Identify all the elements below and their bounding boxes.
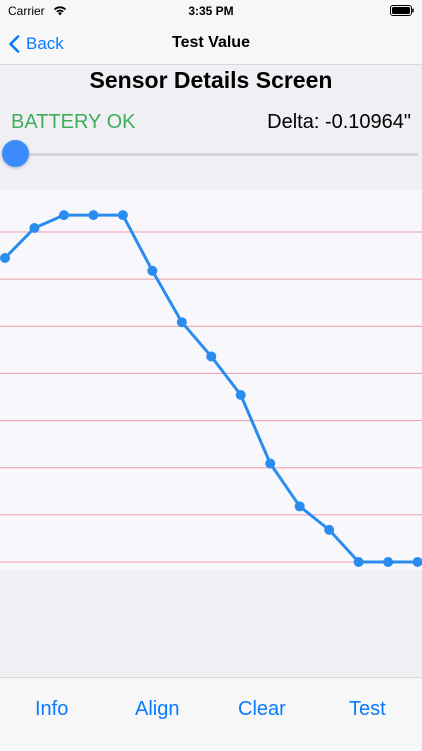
slider-thumb[interactable] <box>2 140 29 167</box>
bottom-toolbar: Info Align Clear Test <box>0 677 422 751</box>
data-point <box>29 222 40 233</box>
status-bar: Carrier 3:35 PM <box>0 0 422 24</box>
data-point <box>58 210 69 221</box>
clear-button[interactable]: Clear <box>238 698 286 721</box>
data-point <box>147 265 158 276</box>
sensor-chart <box>0 190 422 570</box>
navigation-bar: Back Test Value <box>0 24 422 65</box>
data-point <box>206 351 217 362</box>
data-point <box>235 389 246 400</box>
test-button[interactable]: Test <box>349 698 386 721</box>
delta-value: Delta: -0.10964" <box>267 111 411 133</box>
nav-title: Test Value <box>172 34 250 51</box>
data-point <box>117 210 128 221</box>
series-line <box>3 213 422 564</box>
data-point <box>0 252 10 263</box>
data-point <box>383 557 394 567</box>
data-point <box>412 557 422 567</box>
info-button[interactable]: Info <box>35 698 68 721</box>
align-button[interactable]: Align <box>135 698 179 721</box>
status-time: 3:35 PM <box>188 4 234 18</box>
battery-icon <box>390 5 414 16</box>
page-title: Sensor Details Screen <box>89 67 333 93</box>
data-point <box>353 557 364 567</box>
data-point <box>294 501 305 512</box>
chart-canvas <box>0 210 422 567</box>
data-point <box>324 524 335 535</box>
data-point <box>176 317 187 328</box>
data-point <box>265 458 276 469</box>
data-point <box>88 210 99 221</box>
battery-status-label: BATTERY OK <box>11 111 136 133</box>
slider-track[interactable] <box>15 153 418 156</box>
